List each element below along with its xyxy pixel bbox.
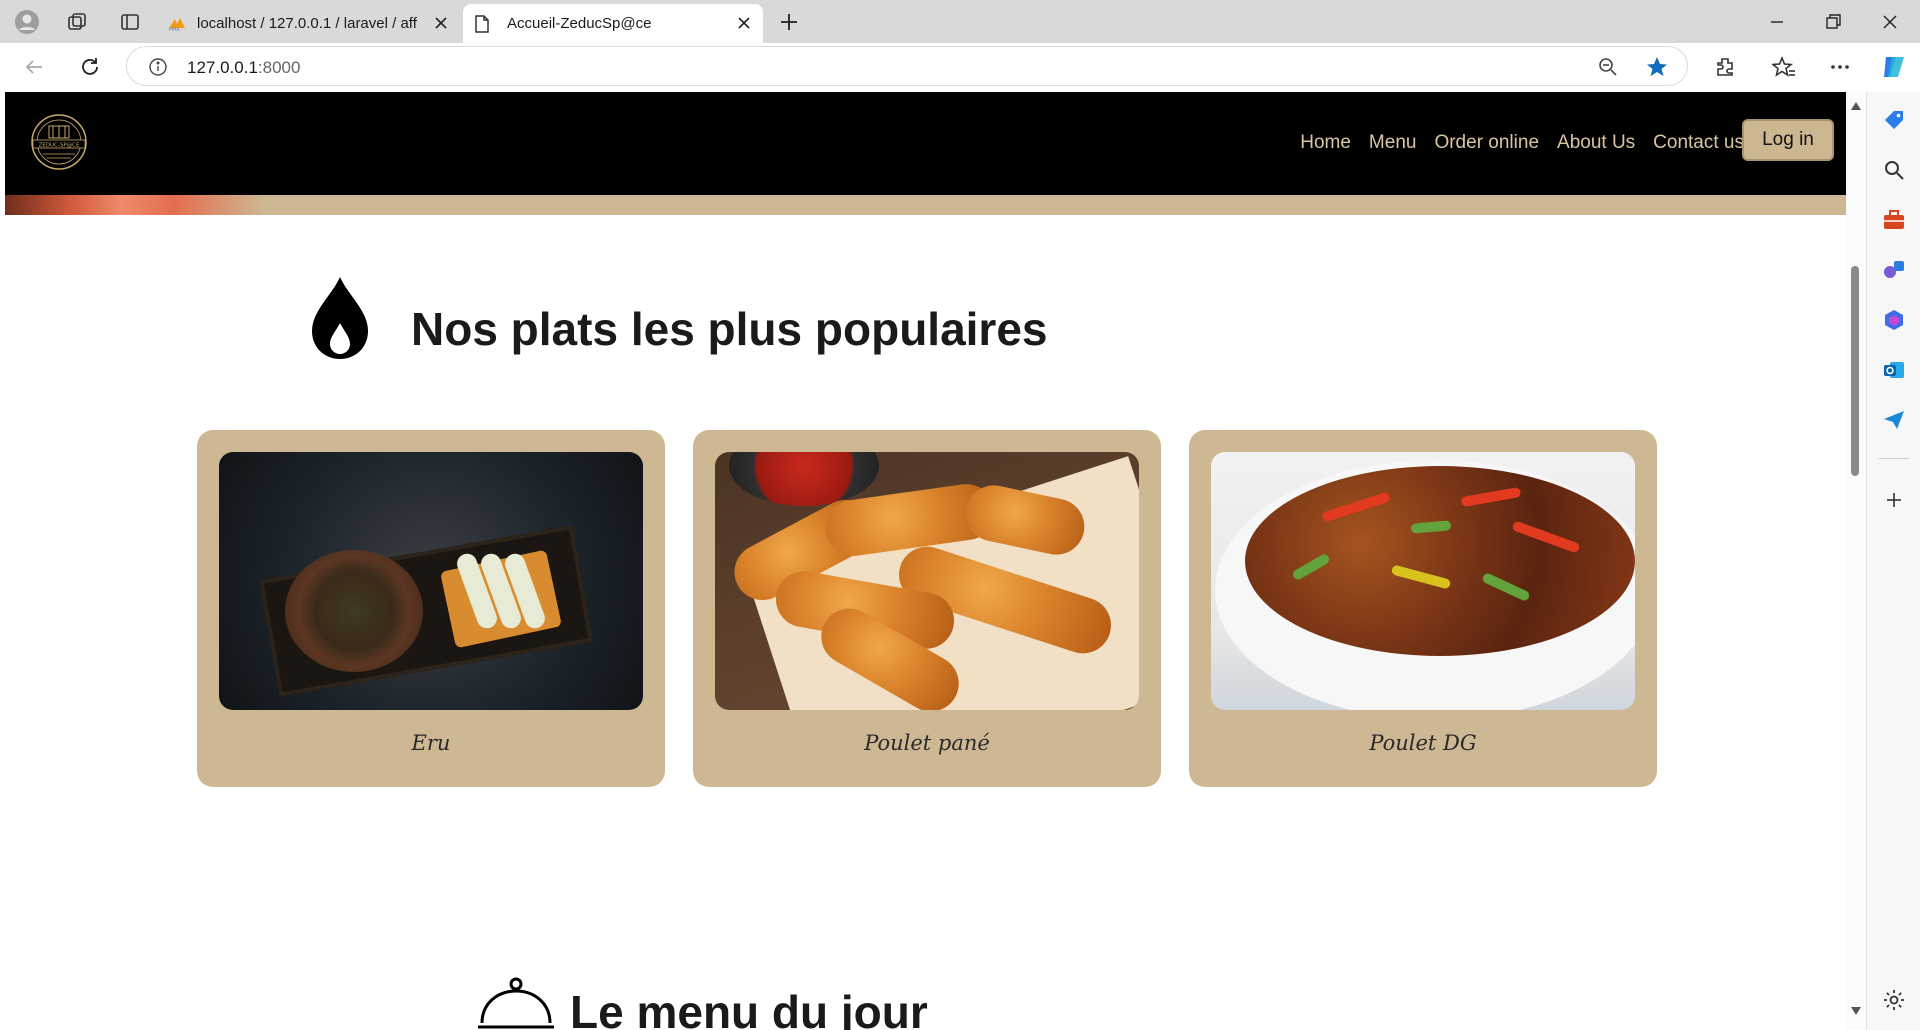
extensions-icon[interactable] xyxy=(1711,53,1739,81)
favorites-icon[interactable] xyxy=(1770,53,1798,81)
close-window-icon[interactable] xyxy=(1878,10,1902,34)
outlook-icon[interactable] xyxy=(1882,358,1906,382)
tab-phpmyadmin[interactable]: PMA localhost / 127.0.0.1 / laravel / af… xyxy=(167,4,460,43)
hero-image-edge xyxy=(5,195,265,215)
flame-icon xyxy=(308,275,372,361)
login-button[interactable]: Log in xyxy=(1742,119,1834,161)
site-info-icon[interactable] xyxy=(147,56,169,78)
nav-about-us[interactable]: About Us xyxy=(1557,132,1635,154)
close-tab-icon[interactable] xyxy=(432,14,450,32)
dish-card[interactable]: Poulet pané xyxy=(693,430,1161,787)
browser-tab-bar: PMA localhost / 127.0.0.1 / laravel / af… xyxy=(0,0,1920,43)
scroll-thumb[interactable] xyxy=(1851,266,1859,476)
tab-title: localhost / 127.0.0.1 / laravel / affi xyxy=(197,15,417,32)
nav-contact-us[interactable]: Contact us xyxy=(1653,132,1744,154)
svg-text:PMA: PMA xyxy=(169,27,180,32)
page-scrollbar[interactable] xyxy=(1846,92,1866,1030)
dish-name: Eru xyxy=(411,731,451,755)
microsoft-365-icon[interactable] xyxy=(1882,308,1906,332)
dish-photo xyxy=(1211,452,1635,710)
add-icon[interactable] xyxy=(1882,488,1906,512)
cloche-icon xyxy=(476,975,556,1030)
shopping-tag-icon[interactable] xyxy=(1882,108,1906,132)
hero-banner-edge xyxy=(5,195,1846,215)
dish-photo xyxy=(219,452,643,710)
more-icon[interactable] xyxy=(1826,53,1854,81)
search-icon[interactable] xyxy=(1882,158,1906,182)
back-icon[interactable] xyxy=(20,53,48,81)
page-icon xyxy=(473,14,493,34)
site-logo[interactable]: ZEDUC-SP@CE xyxy=(25,112,93,172)
browser-toolbar: 127.0.0.1:8000 xyxy=(0,43,1920,92)
dish-name: Poulet DG xyxy=(1369,731,1477,755)
url-port: :8000 xyxy=(257,58,301,77)
scroll-up-icon[interactable] xyxy=(1851,102,1861,110)
settings-gear-icon[interactable] xyxy=(1882,988,1906,1012)
restore-icon[interactable] xyxy=(1821,10,1845,34)
send-icon[interactable] xyxy=(1882,408,1906,432)
workspaces-icon[interactable] xyxy=(63,8,91,36)
games-icon[interactable] xyxy=(1882,258,1906,282)
menu-du-jour-title: Le menu du jour xyxy=(570,986,928,1030)
sidebar-divider xyxy=(1879,458,1909,459)
dish-name: Poulet pané xyxy=(864,731,990,755)
favorite-star-icon[interactable] xyxy=(1645,55,1669,79)
edge-sidebar xyxy=(1866,92,1920,1030)
main-nav: Home Menu Order online About Us Contact … xyxy=(1300,132,1744,154)
profile-icon[interactable] xyxy=(13,8,41,36)
zoom-out-icon[interactable] xyxy=(1597,56,1619,78)
phpmyadmin-icon: PMA xyxy=(167,16,187,33)
address-bar[interactable]: 127.0.0.1:8000 xyxy=(126,46,1688,86)
scroll-down-icon[interactable] xyxy=(1851,1007,1861,1015)
reload-icon[interactable] xyxy=(76,53,104,81)
logo-text: ZEDUC-SP@CE xyxy=(39,143,80,149)
dish-card[interactable]: Poulet DG xyxy=(1189,430,1657,787)
close-tab-icon[interactable] xyxy=(735,14,753,32)
site-header: ZEDUC-SP@CE Home Menu Order online About… xyxy=(5,92,1846,195)
nav-order-online[interactable]: Order online xyxy=(1434,132,1539,154)
tab-title: Accueil-ZeducSp@ce xyxy=(507,15,652,32)
url-text: 127.0.0.1:8000 xyxy=(187,58,300,78)
nav-home[interactable]: Home xyxy=(1300,132,1351,154)
url-host: 127.0.0.1 xyxy=(187,58,258,77)
dish-photo xyxy=(715,452,1139,710)
new-tab-icon[interactable] xyxy=(775,8,803,36)
tab-accueil[interactable]: Accueil-ZeducSp@ce xyxy=(463,4,763,43)
copilot-icon[interactable] xyxy=(1880,53,1908,81)
nav-menu[interactable]: Menu xyxy=(1369,132,1417,154)
dish-card[interactable]: Eru xyxy=(197,430,665,787)
page-viewport: ZEDUC-SP@CE Home Menu Order online About… xyxy=(5,92,1846,1030)
tools-briefcase-icon[interactable] xyxy=(1882,208,1906,232)
popular-dishes-title: Nos plats les plus populaires xyxy=(411,303,1048,355)
minimize-icon[interactable] xyxy=(1765,10,1789,34)
tab-actions-icon[interactable] xyxy=(116,8,144,36)
